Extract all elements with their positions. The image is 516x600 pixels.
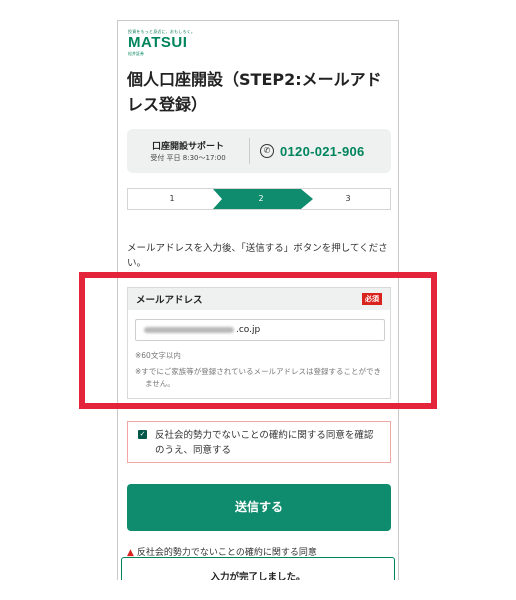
matsui-logo[interactable]: 投資をもっと身近に、おもしろく。 MATSUI 松井証券 <box>128 29 218 57</box>
blurred-email-local-part <box>144 326 234 333</box>
instruction-text: メールアドレスを入力後、「送信する」ボタンを押してください。 <box>127 243 388 269</box>
email-family-hint: ※すでにご家族等が登録されているメールアドレスは登録することができません。 <box>135 367 381 388</box>
support-banner: 口座開設サポート 受付 平日 8:30〜17:00 ✆ 0120-021-906 <box>127 129 391 173</box>
support-title: 口座開設サポート <box>151 142 224 152</box>
step-1: 1 <box>169 194 175 203</box>
logo-subtext: 松井証券 <box>128 51 144 56</box>
email-section-header: メールアドレス 必須 <box>128 288 390 310</box>
support-phone-number[interactable]: 0120-021-906 <box>280 144 365 159</box>
consent-box[interactable]: ✓ 反社会的勢力でないことの確約に関する同意を確認のうえ、同意する <box>127 421 391 463</box>
page-title: 個人口座開設（STEP2:メールアドレス登録） <box>127 70 382 114</box>
mobile-viewport: 投資をもっと身近に、おもしろく。 MATSUI 松井証券 個人口座開設（STEP… <box>117 20 399 580</box>
email-input[interactable]: .co.jp <box>135 319 385 341</box>
completion-toast: 入力が完了しました。 <box>121 557 395 580</box>
consent-text: 反社会的勢力でないことの確約に関する同意を確認のうえ、同意する <box>155 430 374 456</box>
email-domain-suffix: .co.jp <box>236 325 261 335</box>
email-section: メールアドレス 必須 .co.jp ※60文字以内 ※すでにご家族等が登録されて… <box>127 287 391 399</box>
support-hours: 受付 平日 8:30〜17:00 <box>150 154 226 162</box>
logo-wordmark: MATSUI <box>128 34 188 51</box>
email-label: メールアドレス <box>136 295 203 306</box>
phone-icon: ✆ <box>260 144 274 158</box>
step-2-current: 2 <box>258 194 264 203</box>
required-badge: 必須 <box>362 293 382 305</box>
consent-checkbox[interactable]: ✓ <box>138 430 147 439</box>
step-3: 3 <box>345 194 351 203</box>
support-phone-link[interactable]: ✆ 0120-021-906 <box>250 144 391 159</box>
step-indicator: 1 2 3 <box>127 188 391 210</box>
email-length-hint: ※60文字以内 <box>135 351 181 360</box>
support-info: 口座開設サポート 受付 平日 8:30〜17:00 <box>127 139 249 163</box>
submit-button[interactable]: 送信する <box>127 484 391 531</box>
